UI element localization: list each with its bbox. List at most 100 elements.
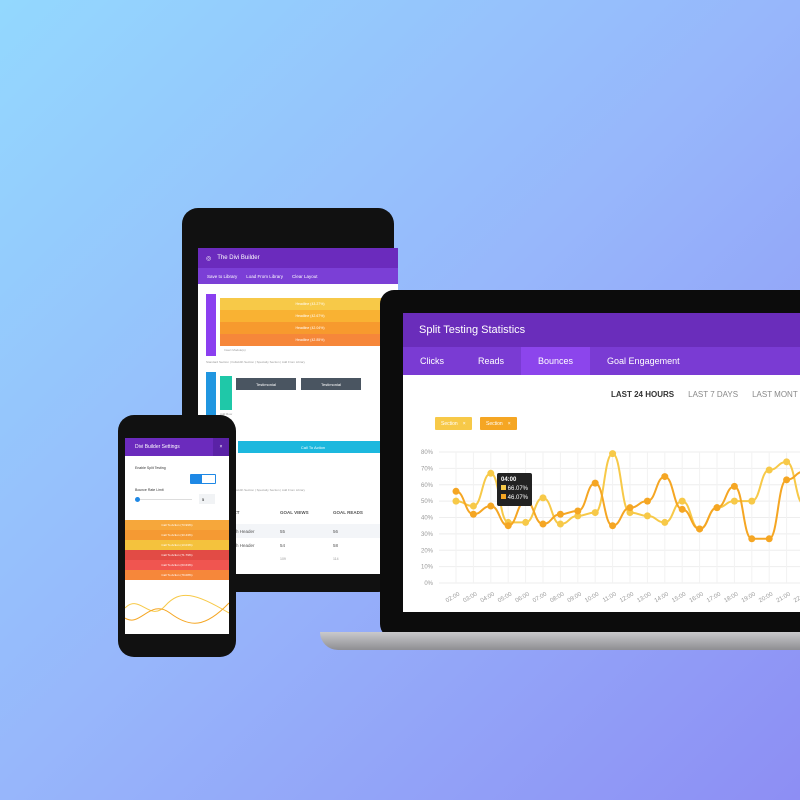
x-tick-label: 03:00: [462, 591, 479, 604]
data-point: [487, 502, 495, 510]
data-point: [783, 458, 791, 466]
y-tick-label: 20%: [421, 548, 434, 554]
data-point: [713, 504, 721, 512]
bounce-rate-input[interactable]: 5: [199, 494, 215, 504]
data-point: [661, 473, 669, 481]
y-tick-label: 60%: [421, 483, 434, 489]
builder-title: The Divi Builder: [217, 255, 260, 261]
x-tick-label: 21:00: [776, 591, 793, 604]
data-point: [748, 497, 756, 505]
split-testing-toggle[interactable]: [190, 474, 216, 484]
data-point: [522, 518, 530, 526]
x-tick-label: 06:00: [515, 591, 532, 604]
stat-tabs: Clicks Reads Bounces Goal Engagement: [403, 347, 800, 375]
builder-toolbar: Save to Library Load From Library Clear …: [198, 268, 398, 284]
col-header: GOAL VIEWS: [280, 510, 309, 515]
cta-row[interactable]: Call To Action (33.43%): [125, 530, 229, 540]
data-point: [487, 469, 495, 477]
headline-module[interactable]: Headline (43.27%): [220, 298, 398, 310]
x-tick-label: 08:00: [549, 591, 566, 604]
chart-tooltip: 04:00 66.07% 46.07%: [497, 473, 533, 506]
x-tick-label: 07:00: [532, 591, 549, 604]
row-handle[interactable]: [220, 376, 232, 410]
bounce-rate-slider[interactable]: [135, 497, 192, 502]
tab-goal-engagement[interactable]: Goal Engagement: [590, 347, 697, 375]
tab-clicks[interactable]: Clicks: [403, 347, 461, 375]
time-range-selector: LAST 24 HOURS LAST 7 DAYS LAST MONT: [611, 390, 798, 399]
bounce-chart: 0%10%20%30%40%50%60%70%80%02:00 03:00 04:0…: [421, 450, 800, 604]
data-point: [678, 505, 686, 513]
x-tick-label: 20:00: [758, 591, 775, 604]
testimonial-module[interactable]: Testimonial: [301, 378, 361, 390]
data-point: [556, 520, 564, 528]
table-row: width Header 55 56: [228, 524, 398, 538]
load-from-library-button[interactable]: Load From Library: [246, 274, 283, 279]
close-button[interactable]: ×: [213, 438, 229, 456]
cta-row[interactable]: Call To Action (13.03%): [125, 540, 229, 550]
x-tick-label: 17:00: [706, 591, 723, 604]
y-tick-label: 50%: [421, 499, 434, 505]
x-tick-label: 18:00: [723, 591, 740, 604]
section-filter-chip[interactable]: Section ×: [435, 417, 472, 430]
testimonial-module[interactable]: Testimonial: [236, 378, 296, 390]
y-tick-label: 40%: [421, 516, 434, 522]
chip-label: Section: [441, 420, 458, 427]
y-tick-label: 0%: [424, 581, 433, 587]
x-tick-label: 12:00: [619, 591, 636, 604]
close-icon[interactable]: ×: [463, 421, 466, 427]
data-point: [730, 497, 738, 505]
section-handle[interactable]: [206, 372, 216, 416]
data-point: [730, 482, 738, 490]
phone-screen: Divi Builder Settings × Enable Split Test…: [125, 438, 229, 634]
data-point: [643, 497, 651, 505]
cta-row[interactable]: Call To Action (71.79%): [125, 550, 229, 560]
insert-module-link[interactable]: Insert Module(s): [224, 348, 246, 352]
data-point: [783, 476, 791, 484]
divi-logo-icon: ◎: [206, 255, 212, 262]
x-tick-label: 16:00: [689, 591, 706, 604]
x-tick-label: 15:00: [671, 591, 688, 604]
y-tick-label: 10%: [421, 565, 434, 571]
cta-list: Call To Action (73.99%) Call To Action (…: [125, 520, 229, 580]
settings-title: Divi Builder Settings: [135, 444, 180, 450]
clear-layout-button[interactable]: Clear Layout: [292, 274, 318, 279]
close-icon[interactable]: ×: [508, 421, 511, 427]
tooltip-value: 66.07%: [507, 486, 529, 492]
tab-bounces[interactable]: Bounces: [521, 347, 591, 375]
data-point: [556, 510, 564, 518]
range-last-7-days[interactable]: LAST 7 DAYS: [688, 390, 738, 399]
goal-table: JECTGOAL VIEWSGOAL READSE width Header55…: [228, 510, 398, 566]
data-point: [661, 518, 669, 526]
data-point: [765, 466, 773, 474]
data-point: [678, 497, 686, 505]
range-last-month[interactable]: LAST MONT: [752, 390, 798, 399]
x-tick-label: 04:00: [480, 591, 497, 604]
data-point: [452, 497, 460, 505]
cta-row[interactable]: Call To Action (79.08%): [125, 570, 229, 580]
cell: 55: [280, 528, 286, 534]
cell: 114: [333, 557, 339, 561]
cell: 109: [280, 557, 286, 561]
section-filter-chip[interactable]: Section ×: [480, 417, 517, 430]
cta-row[interactable]: Call To Action (73.99%): [125, 520, 229, 530]
headline-module[interactable]: Headline (42.04%): [220, 322, 398, 334]
tab-reads[interactable]: Reads: [461, 347, 521, 375]
x-tick-label: 19:00: [741, 591, 758, 604]
headline-module[interactable]: Headline (42.85%): [220, 334, 398, 346]
data-point: [469, 502, 477, 510]
bounce-rate-label: Bounce Rate Limit: [135, 488, 164, 492]
table-header: JECTGOAL VIEWSGOAL READSE: [228, 510, 398, 524]
y-tick-label: 70%: [421, 466, 434, 472]
section-links[interactable]: Standard Section | Fullwidth Section | S…: [206, 360, 305, 364]
cell: 58: [333, 542, 339, 548]
headline-module[interactable]: Headline (42.67%): [220, 310, 398, 322]
cta-row[interactable]: Call To Action (63.63%): [125, 560, 229, 570]
x-tick-label: 09:00: [567, 591, 584, 604]
tooltip-value: 46.07%: [507, 495, 529, 501]
section-handle[interactable]: [206, 294, 216, 356]
call-to-action-module[interactable]: Call To Action: [238, 441, 388, 453]
split-testing-panel: Split Testing Statistics Clicks Reads Bo…: [403, 313, 800, 612]
range-last-24-hours[interactable]: LAST 24 HOURS: [611, 390, 674, 399]
data-point: [609, 450, 617, 458]
save-to-library-button[interactable]: Save to Library: [207, 274, 237, 279]
